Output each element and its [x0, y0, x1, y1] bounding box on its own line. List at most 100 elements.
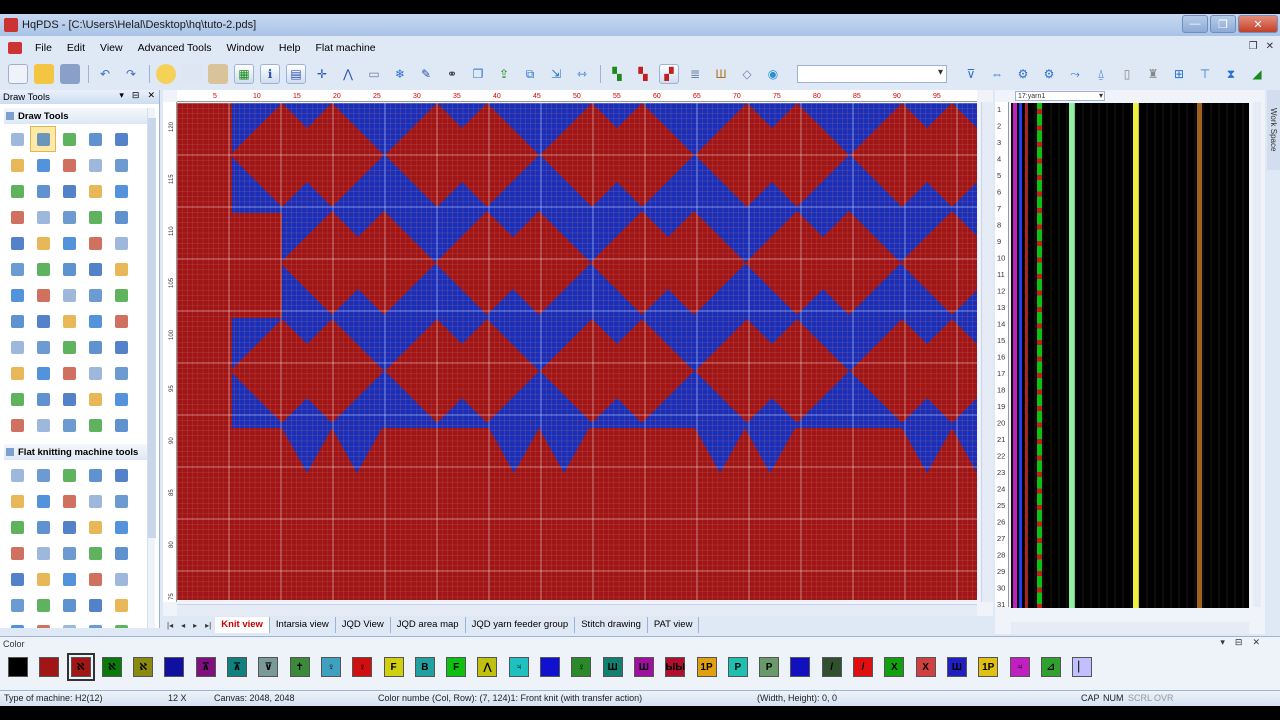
tool-icon[interactable]: [56, 412, 82, 438]
tool-icon[interactable]: [30, 230, 56, 256]
yarn-column[interactable]: [1197, 103, 1202, 608]
color-swatch[interactable]: F: [446, 657, 467, 677]
menu-advanced-tools[interactable]: Advanced Tools: [131, 42, 220, 54]
tool-icon[interactable]: [30, 462, 56, 488]
info-icon[interactable]: ℹ: [260, 64, 280, 84]
yarn-column[interactable]: [1133, 103, 1139, 608]
frame-icon[interactable]: ▭: [364, 64, 384, 84]
binoculars-icon[interactable]: ⚭: [442, 64, 462, 84]
yarn-vertical-scrollbar[interactable]: [1253, 102, 1261, 607]
tool-icon[interactable]: [56, 152, 82, 178]
tool-icon[interactable]: [30, 334, 56, 360]
tool-icon[interactable]: [82, 540, 108, 566]
tool-icon[interactable]: [82, 592, 108, 618]
layers-icon[interactable]: ▤: [286, 64, 306, 84]
tab-jqd-view[interactable]: JQD View: [336, 617, 391, 633]
tool-icon[interactable]: [4, 282, 30, 308]
work-space-tab[interactable]: Work Space: [1267, 90, 1280, 170]
color-replace-icon[interactable]: ▚: [633, 64, 653, 84]
mdi-restore-button[interactable]: ❐: [1249, 41, 1258, 52]
tab-knit-view[interactable]: Knit view: [215, 617, 270, 633]
color-swatch[interactable]: ✝: [289, 657, 310, 677]
yarn-selector[interactable]: 17:yarn1: [1015, 91, 1105, 101]
tool-icon[interactable]: [4, 204, 30, 230]
tool-icon[interactable]: [108, 334, 134, 360]
tool-icon[interactable]: [4, 514, 30, 540]
color-swatch[interactable]: /: [853, 657, 874, 677]
gear-icon[interactable]: ⚙: [1013, 64, 1033, 84]
collapse-icon[interactable]: ⧗: [1221, 64, 1241, 84]
color-swatch[interactable]: 1P: [978, 657, 999, 677]
tool-icon[interactable]: [56, 308, 82, 334]
tool-icon[interactable]: [30, 282, 56, 308]
color-swatch[interactable]: ЫЫ: [665, 657, 686, 677]
copy-window-icon[interactable]: ⧉: [520, 64, 540, 84]
tool-icon[interactable]: [82, 152, 108, 178]
tool-icon[interactable]: [30, 592, 56, 618]
minimize-button[interactable]: —: [1182, 15, 1208, 33]
tool-icon[interactable]: [82, 386, 108, 412]
tool-icon[interactable]: [56, 462, 82, 488]
color-swatch[interactable]: ⊿: [1040, 657, 1061, 677]
color-layer-icon[interactable]: ▞: [659, 64, 679, 84]
tool-icon[interactable]: [82, 462, 108, 488]
tool-icon[interactable]: [108, 488, 134, 514]
panel-dropdown-button[interactable]: ▾: [119, 90, 124, 101]
tool-icon[interactable]: [82, 178, 108, 204]
stretch-horizontal-icon[interactable]: ⇔: [987, 64, 1007, 84]
yarn-column[interactable]: [1025, 103, 1028, 608]
tool-icon[interactable]: [4, 462, 30, 488]
tool-icon[interactable]: [108, 152, 134, 178]
color-swatch[interactable]: ♀: [571, 657, 592, 677]
tool-icon[interactable]: [108, 386, 134, 412]
tool-icon[interactable]: [82, 618, 108, 628]
tab-intarsia-view[interactable]: Intarsia view: [270, 617, 336, 633]
tool-icon[interactable]: [108, 412, 134, 438]
tool-icon[interactable]: [82, 308, 108, 334]
grid-icon[interactable]: ▦: [234, 64, 254, 84]
color-swatch[interactable]: Ш: [633, 657, 654, 677]
tool-icon[interactable]: [30, 204, 56, 230]
machine-icon[interactable]: ♜: [1143, 64, 1163, 84]
tab-jqd-area-map[interactable]: JQD area map: [391, 617, 466, 633]
color-swatch[interactable]: Ш: [602, 657, 623, 677]
tab-stitch-drawing[interactable]: Stitch drawing: [575, 617, 648, 633]
color-swatch[interactable]: [39, 657, 60, 677]
eraser-icon[interactable]: ◇: [737, 64, 757, 84]
color-swatch[interactable]: ♃: [508, 657, 529, 677]
tool-icon[interactable]: [30, 126, 56, 152]
tool-icon[interactable]: [108, 360, 134, 386]
tool-icon[interactable]: [108, 462, 134, 488]
yarn-icon[interactable]: Ш: [711, 64, 731, 84]
yarn-canvas[interactable]: [1011, 103, 1249, 608]
scrollbar-thumb[interactable]: [148, 118, 156, 538]
fit-icon[interactable]: ⇿: [572, 64, 592, 84]
color-swatch[interactable]: [540, 657, 561, 677]
tool-icon[interactable]: [30, 618, 56, 628]
tab-nav-first[interactable]: |◂: [163, 621, 177, 630]
draw-tools-section[interactable]: Draw Tools: [4, 108, 153, 124]
tool-icon[interactable]: [82, 514, 108, 540]
tool-icon[interactable]: [4, 618, 30, 628]
yarn-columns[interactable]: [1011, 103, 1249, 608]
menu-file[interactable]: File: [28, 42, 60, 54]
paste-icon[interactable]: [208, 64, 228, 84]
color-swatch[interactable]: 1P: [696, 657, 717, 677]
tool-icon[interactable]: [82, 566, 108, 592]
color-panel-dropdown-button[interactable]: ▾: [1220, 637, 1225, 648]
color-swatch[interactable]: /: [821, 657, 842, 677]
tool-icon[interactable]: [82, 334, 108, 360]
flat-knitting-tools-section[interactable]: Flat knitting machine tools: [4, 444, 153, 460]
tool-icon[interactable]: [30, 566, 56, 592]
color-panel-close-button[interactable]: ✕: [1252, 637, 1260, 648]
save-icon[interactable]: [60, 64, 80, 84]
snowflake-icon[interactable]: ❄: [390, 64, 410, 84]
document-icon[interactable]: [8, 42, 22, 54]
chart-icon[interactable]: ◢: [1247, 64, 1267, 84]
tool-icon[interactable]: [108, 282, 134, 308]
tool-icon[interactable]: [4, 386, 30, 412]
color-swatch[interactable]: ℵ: [101, 657, 122, 677]
tool-icon[interactable]: [108, 230, 134, 256]
tool-icon[interactable]: [30, 540, 56, 566]
tool-icon[interactable]: [108, 256, 134, 282]
